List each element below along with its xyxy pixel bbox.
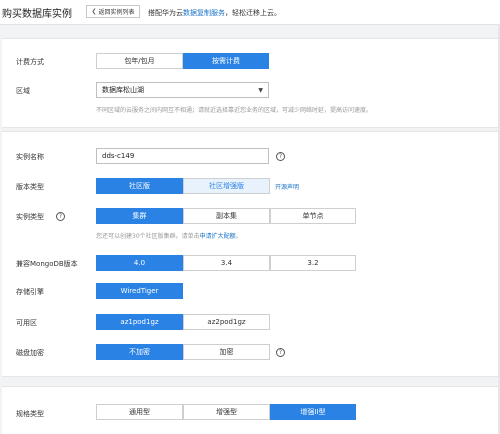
quota-hint-suffix: 。: [235, 233, 242, 240]
migration-tip: 搭配华为云数据复制服务，轻松迁移上云。: [148, 8, 281, 18]
instance-name-input[interactable]: dds-c149: [96, 148, 269, 164]
az-option-az2pod1gz[interactable]: az2pod1gz: [183, 314, 270, 330]
disk-encryption-option-none[interactable]: 不加密: [96, 344, 183, 360]
spec-type-label: 规格类型: [16, 410, 44, 418]
disk-encryption-option-encrypt[interactable]: 加密: [183, 344, 270, 360]
mongodb-version-label: 兼容MongoDB版本: [16, 260, 78, 268]
spec-option-enhanced[interactable]: 增强型: [183, 404, 270, 420]
edition-option-enhanced[interactable]: 社区增强版: [183, 178, 270, 194]
region-label: 区域: [16, 87, 30, 95]
region-select[interactable]: 数据库松山湖 ▼: [96, 82, 269, 98]
instance-type-option-replica-set[interactable]: 副本集: [183, 208, 270, 224]
billing-region-panel: 计费方式 包年/包月 按需计费 区域 数据库松山湖 ▼ 不同区域的云服务之间内网…: [2, 38, 498, 128]
back-to-instance-list-button[interactable]: ❮ 返回实例列表: [86, 5, 140, 18]
region-value: 数据库松山湖: [102, 86, 144, 94]
billing-option-pay-per-use[interactable]: 按需计费: [183, 53, 269, 69]
instance-type-hint: 您还可以创建30个社区版集群。请单击申请扩大配额。: [96, 231, 242, 240]
spec-option-enhanced-ii[interactable]: 增强II型: [270, 404, 356, 420]
caret-down-icon: ▼: [258, 87, 263, 94]
edition-option-community[interactable]: 社区版: [96, 178, 183, 194]
storage-engine-label: 存储引擎: [16, 288, 44, 296]
region-hint: 不同区域的云服务之间内网互不相通；请就近选择靠近您业务的区域，可减少网络时延，提…: [96, 107, 373, 114]
help-icon[interactable]: ?: [276, 348, 285, 357]
spec-panel: 规格类型 通用型 增强型 增强II型: [2, 386, 498, 434]
page-title: 购买数据库实例: [2, 9, 72, 20]
instance-type-label: 实例类型: [16, 213, 44, 221]
az-label: 可用区: [16, 319, 37, 327]
billing-option-yearly[interactable]: 包年/包月: [96, 53, 183, 69]
instance-type-option-cluster[interactable]: 集群: [96, 208, 183, 224]
top-bar: 购买数据库实例 ❮ 返回实例列表 搭配华为云数据复制服务，轻松迁移上云。: [0, 0, 500, 25]
instance-config-panel: 实例名称 dds-c149 ? 版本类型 社区版 社区增强版 开源声明 实例类型…: [2, 131, 498, 377]
storage-engine-option-wiredtiger[interactable]: WiredTiger: [96, 283, 183, 299]
spec-option-general[interactable]: 通用型: [96, 404, 183, 420]
billing-label: 计费方式: [16, 58, 44, 66]
az-option-az1pod1gz[interactable]: az1pod1gz: [96, 314, 183, 330]
instance-name-label: 实例名称: [16, 153, 44, 161]
version-option-3-2[interactable]: 3.2: [270, 255, 356, 271]
drs-link[interactable]: 数据复制服务: [183, 9, 225, 17]
back-button-label: 返回实例列表: [98, 9, 135, 16]
version-option-3-4[interactable]: 3.4: [183, 255, 270, 271]
edition-label: 版本类型: [16, 183, 44, 191]
quota-increase-link[interactable]: 申请扩大配额: [200, 233, 236, 240]
instance-type-option-single-node[interactable]: 单节点: [270, 208, 356, 224]
quota-hint-prefix: 您还可以创建30个社区版集群。请单击: [96, 233, 200, 240]
tip-prefix: 搭配华为云: [148, 9, 183, 17]
open-source-link[interactable]: 开源声明: [275, 182, 299, 191]
chevron-left-icon: ❮: [91, 8, 97, 15]
disk-encryption-label: 磁盘加密: [16, 349, 44, 357]
help-icon[interactable]: ?: [276, 152, 285, 161]
help-icon[interactable]: ?: [56, 212, 65, 221]
version-option-4-0[interactable]: 4.0: [96, 255, 183, 271]
tip-suffix: ，轻松迁移上云。: [225, 9, 281, 17]
